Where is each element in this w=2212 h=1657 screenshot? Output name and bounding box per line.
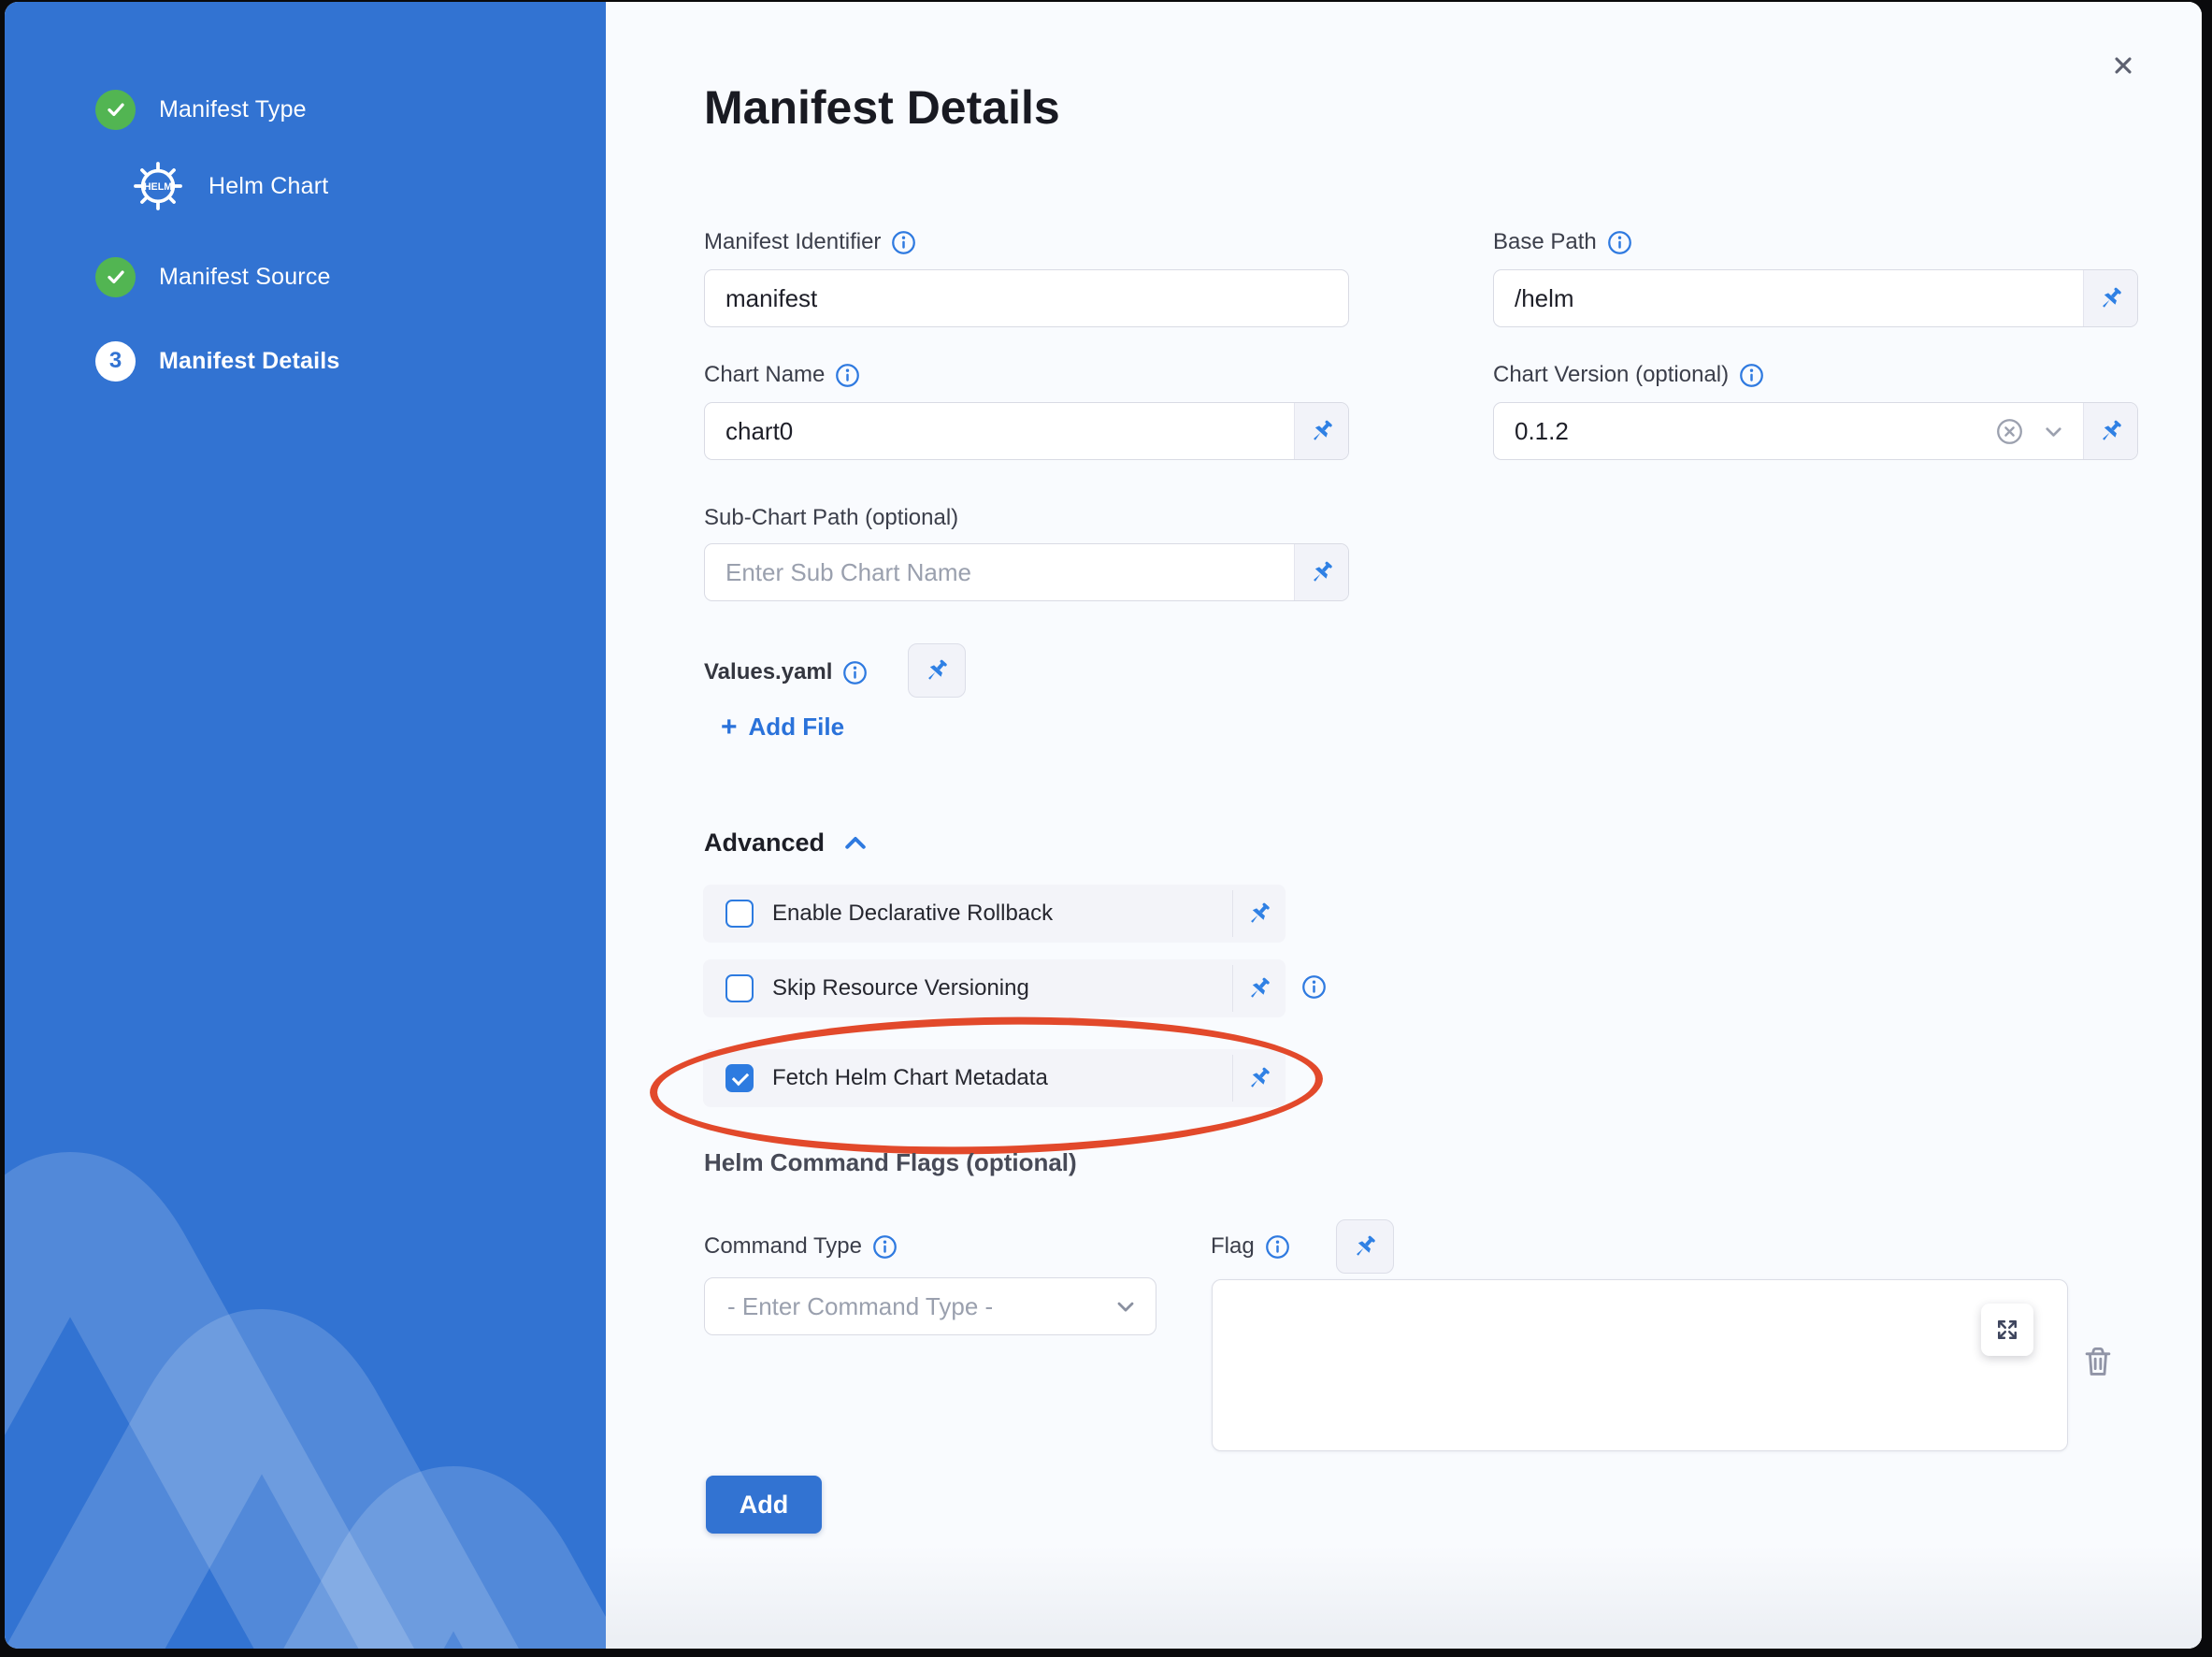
base-path-label: Base Path [1493, 229, 1597, 255]
chart-name-input[interactable] [705, 403, 1294, 459]
flag-textarea[interactable] [1212, 1279, 2068, 1451]
step-label: Manifest Type [159, 96, 307, 123]
sub-chart-path-label-row: Sub-Chart Path (optional) [704, 504, 958, 532]
checkbox-label: Enable Declarative Rollback [772, 901, 1232, 927]
pin-icon [1245, 1064, 1273, 1092]
chart-version-group [1493, 402, 2138, 460]
chart-name-group [704, 402, 1349, 460]
base-path-pin-button[interactable] [2083, 270, 2137, 326]
fetch-helm-chart-metadata-pin-button[interactable] [1232, 1055, 1286, 1102]
add-button[interactable]: Add [706, 1476, 822, 1534]
step-complete-check-icon [95, 90, 136, 130]
info-icon[interactable] [1301, 974, 1327, 1000]
base-path-label-row: Base Path [1493, 228, 1632, 256]
info-icon[interactable] [872, 1234, 898, 1260]
sub-chart-path-group [704, 543, 1349, 601]
advanced-section-toggle[interactable]: Advanced [704, 828, 869, 857]
chart-version-label: Chart Version (optional) [1493, 362, 1729, 388]
command-type-label-row: Command Type [704, 1232, 898, 1261]
close-button[interactable] [2101, 43, 2146, 88]
values-yaml-label-row: Values.yaml [704, 658, 868, 686]
sidebar-step-helm-chart: Helm Chart [131, 165, 328, 208]
base-path-group [1493, 269, 2138, 327]
delete-flag-button[interactable] [2080, 1341, 2118, 1382]
checkbox-label: Fetch Helm Chart Metadata [772, 1065, 1232, 1091]
pin-icon [2097, 284, 2125, 312]
step-label: Manifest Source [159, 264, 331, 291]
sidebar-step-manifest-details[interactable]: 3 Manifest Details [95, 339, 340, 382]
plus-icon: + [721, 713, 738, 742]
sub-chart-path-pin-button[interactable] [1294, 544, 1348, 600]
sidebar-step-manifest-source[interactable]: Manifest Source [95, 255, 331, 298]
info-icon[interactable] [1607, 230, 1632, 255]
advanced-label: Advanced [704, 828, 825, 857]
flag-label-row: Flag [1211, 1232, 1290, 1261]
values-yaml-pin-button[interactable] [908, 643, 966, 698]
info-icon[interactable] [1739, 363, 1764, 388]
step-label: Helm Chart [208, 173, 328, 200]
skip-resource-versioning-checkbox[interactable] [725, 974, 754, 1002]
pin-icon [1308, 558, 1336, 586]
info-icon[interactable] [891, 230, 916, 255]
step-number-badge: 3 [95, 341, 136, 382]
sub-chart-path-label: Sub-Chart Path (optional) [704, 505, 958, 531]
sub-chart-path-input[interactable] [705, 544, 1294, 600]
expand-editor-button[interactable] [1981, 1304, 2033, 1356]
chevron-down-icon[interactable] [2041, 419, 2066, 444]
helm-wheel-icon [131, 160, 185, 212]
chart-version-input[interactable] [1494, 403, 1995, 459]
manifest-identifier-label-row: Manifest Identifier [704, 228, 916, 256]
info-icon[interactable] [1265, 1234, 1290, 1260]
pin-icon [1245, 974, 1273, 1002]
option-row-skip-resource-versioning: Skip Resource Versioning [703, 959, 1286, 1017]
option-row-fetch-helm-chart-metadata: Fetch Helm Chart Metadata [703, 1049, 1286, 1107]
add-file-label: Add File [749, 713, 845, 742]
chart-name-pin-button[interactable] [1294, 403, 1348, 459]
chart-name-label-row: Chart Name [704, 361, 860, 389]
chart-name-label: Chart Name [704, 362, 825, 388]
fetch-helm-chart-metadata-checkbox[interactable] [725, 1064, 754, 1092]
chevron-down-icon [1113, 1293, 1139, 1319]
add-file-button[interactable]: + Add File [721, 713, 844, 742]
flag-label: Flag [1211, 1233, 1255, 1260]
step-complete-check-icon [95, 257, 136, 297]
helm-command-flags-label: Helm Command Flags (optional) [704, 1148, 1077, 1177]
enable-declarative-rollback-checkbox[interactable] [725, 900, 754, 928]
expand-icon [1993, 1316, 2021, 1344]
skip-resource-versioning-pin-button[interactable] [1232, 965, 1286, 1012]
pin-icon [1308, 417, 1336, 445]
info-icon[interactable] [842, 660, 868, 685]
base-path-input[interactable] [1494, 270, 2083, 326]
manifest-wizard-dialog: Manifest Type Helm Chart Manifest Source… [5, 2, 2202, 1649]
pin-icon [1351, 1232, 1379, 1261]
close-icon [2110, 52, 2136, 79]
clear-value-icon[interactable] [1995, 417, 2024, 446]
values-yaml-label: Values.yaml [704, 659, 832, 685]
harness-watermark [5, 2, 606, 1649]
page-title: Manifest Details [704, 80, 1060, 135]
chart-version-pin-button[interactable] [2083, 403, 2137, 459]
command-type-select[interactable]: - Enter Command Type - [704, 1277, 1156, 1335]
step-label: Manifest Details [159, 348, 340, 375]
trash-icon [2080, 1342, 2116, 1381]
command-type-placeholder: - Enter Command Type - [705, 1292, 1113, 1321]
manifest-identifier-label: Manifest Identifier [704, 229, 881, 255]
command-type-label: Command Type [704, 1233, 862, 1260]
pin-icon [923, 656, 951, 684]
option-row-enable-declarative-rollback: Enable Declarative Rollback [703, 885, 1286, 943]
wizard-sidebar: Manifest Type Helm Chart Manifest Source… [5, 2, 606, 1649]
pin-icon [1245, 900, 1273, 928]
enable-declarative-rollback-pin-button[interactable] [1232, 890, 1286, 937]
info-icon[interactable] [835, 363, 860, 388]
chevron-up-icon [841, 829, 869, 857]
flag-pin-button[interactable] [1336, 1219, 1394, 1274]
checkbox-label: Skip Resource Versioning [772, 975, 1232, 1001]
manifest-identifier-group [704, 269, 1349, 327]
manifest-identifier-input[interactable] [705, 270, 1348, 326]
chart-version-label-row: Chart Version (optional) [1493, 361, 1764, 389]
sidebar-step-manifest-type[interactable]: Manifest Type [95, 88, 307, 131]
pin-icon [2097, 417, 2125, 445]
